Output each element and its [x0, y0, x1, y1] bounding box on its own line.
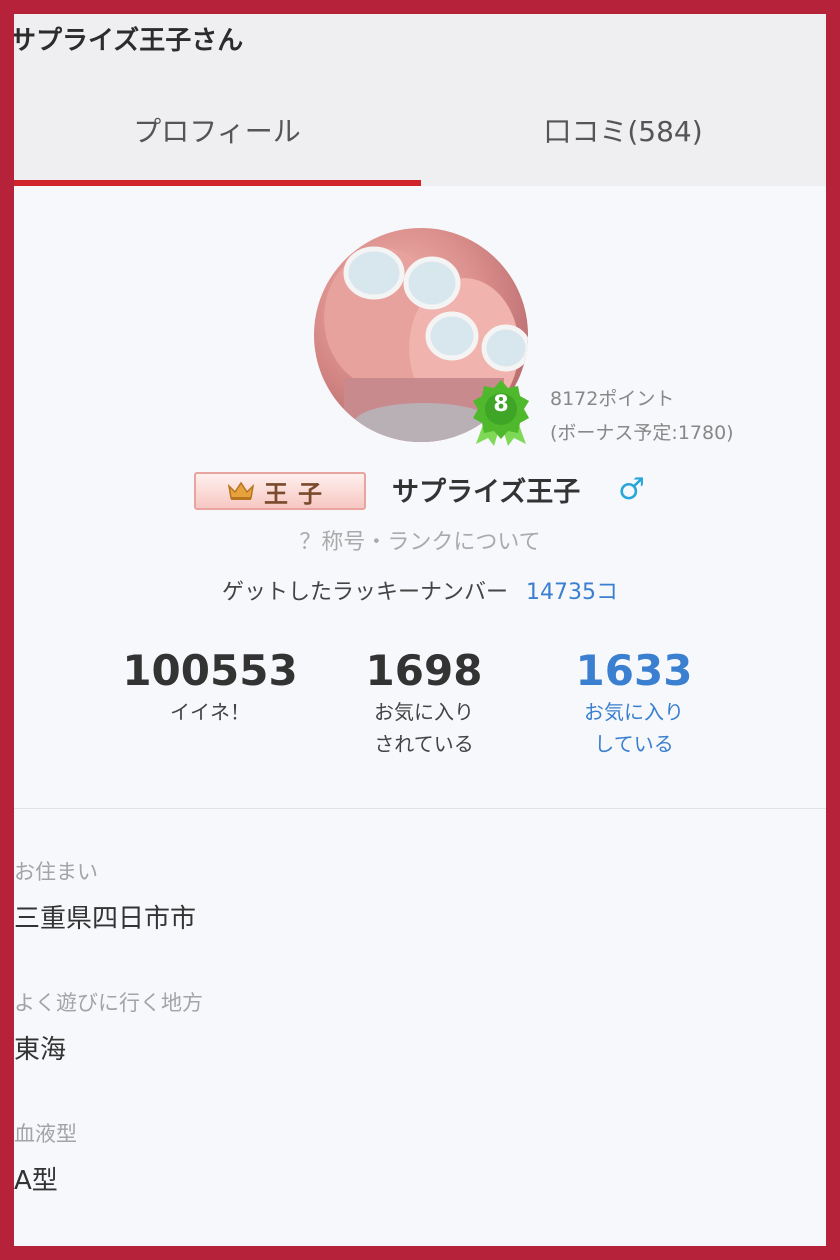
stat-likes-value: 100553 — [122, 646, 298, 695]
residence-value: 三重県四日市市 — [14, 904, 197, 934]
divider — [14, 808, 826, 809]
stat-favorited-value: 1698 — [365, 646, 483, 695]
play-area-value: 東海 — [14, 1035, 67, 1065]
lucky-number-label: ゲットしたラッキーナンバー — [221, 580, 508, 605]
tab-reviews[interactable]: 口コミ(584) — [420, 110, 826, 150]
header: サプライズ王子さん プロフィール 口コミ(584) — [14, 14, 826, 186]
points-info: 8172ポイント (ボーナス予定:1780) — [550, 382, 734, 450]
stat-favoriting-label-2: している — [594, 732, 674, 756]
title-badge-text: 王子 — [264, 479, 332, 508]
blood-type-label: 血液型 — [14, 1122, 77, 1146]
points-total: 8172ポイント — [550, 388, 675, 410]
male-icon: ♂ — [618, 472, 645, 507]
stat-favoriting-value: 1633 — [575, 646, 693, 695]
rank-level: 8 — [493, 392, 509, 417]
user-name: サプライズ王子 — [392, 477, 581, 508]
lucky-number-value[interactable]: 14735コ — [526, 580, 618, 605]
active-tab-indicator — [14, 180, 421, 186]
blood-type-value: A型 — [14, 1166, 58, 1196]
play-area-label: よく遊びに行く地方 — [14, 991, 203, 1015]
title-badge: 王子 — [194, 472, 366, 510]
stat-favorited-label-1: お気に入り — [374, 700, 474, 724]
stat-favoriting-label-1: お気に入り — [584, 700, 684, 724]
stat-favoriting[interactable]: 1633 お気に入り している — [544, 646, 724, 760]
stat-favorited-label-2: されている — [374, 732, 474, 756]
rank-info-link[interactable]: ？称号・ランクについて — [14, 524, 826, 556]
crown-icon — [228, 481, 254, 500]
lucky-number-row: ゲットしたラッキーナンバー 14735コ — [14, 574, 826, 606]
tab-profile[interactable]: プロフィール — [14, 110, 420, 150]
page-title: サプライズ王子さん — [14, 26, 244, 56]
stat-likes: 100553 イイネ！ — [110, 646, 310, 728]
stat-favorited[interactable]: 1698 お気に入り されている — [334, 646, 514, 760]
points-bonus: (ボーナス予定:1780) — [550, 422, 734, 444]
app-frame: サプライズ王子さん プロフィール 口コミ(584) 8 8172ポイント (ボー… — [14, 14, 826, 1246]
stat-likes-label: イイネ！ — [170, 700, 250, 724]
residence-label: お住まい — [14, 860, 98, 884]
